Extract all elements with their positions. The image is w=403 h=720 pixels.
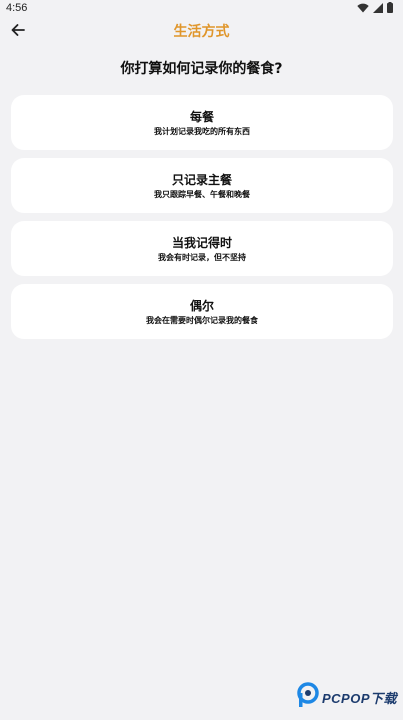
signal-icon — [373, 2, 383, 13]
option-subtitle: 我会在需要时偶尔记录我的餐食 — [146, 315, 258, 325]
pcpop-logo-icon — [297, 682, 319, 712]
option-subtitle: 我会有时记录，但不坚持 — [158, 252, 246, 262]
question-heading: 你打算如何记录你的餐食? — [120, 61, 283, 77]
options-list: 每餐 我计划记录我吃的所有东西 只记录主餐 我只跟踪早餐、午餐和晚餐 当我记得时… — [11, 95, 393, 347]
option-title: 偶尔 — [189, 298, 214, 313]
option-every-meal[interactable]: 每餐 我计划记录我吃的所有东西 — [11, 95, 393, 150]
option-main-meals[interactable]: 只记录主餐 我只跟踪早餐、午餐和晚餐 — [11, 158, 393, 213]
option-title: 只记录主餐 — [171, 172, 232, 187]
option-subtitle: 我计划记录我吃的所有东西 — [154, 126, 250, 136]
option-when-remember[interactable]: 当我记得时 我会有时记录，但不坚持 — [11, 221, 393, 276]
watermark: PCPOP下载 — [297, 682, 397, 712]
option-occasionally[interactable]: 偶尔 我会在需要时偶尔记录我的餐食 — [11, 284, 393, 339]
status-bar: 4:56 — [0, 0, 403, 16]
battery-icon — [387, 2, 393, 13]
option-subtitle: 我只跟踪早餐、午餐和晚餐 — [154, 189, 250, 199]
status-time: 4:56 — [6, 2, 28, 14]
option-title: 当我记得时 — [171, 235, 232, 250]
status-icons — [357, 2, 393, 13]
app-bar: 生活方式 — [0, 16, 403, 46]
wifi-icon — [357, 3, 369, 13]
watermark-text: PCPOP下载 — [321, 690, 397, 706]
option-title: 每餐 — [189, 109, 214, 124]
page-title: 生活方式 — [173, 24, 230, 40]
